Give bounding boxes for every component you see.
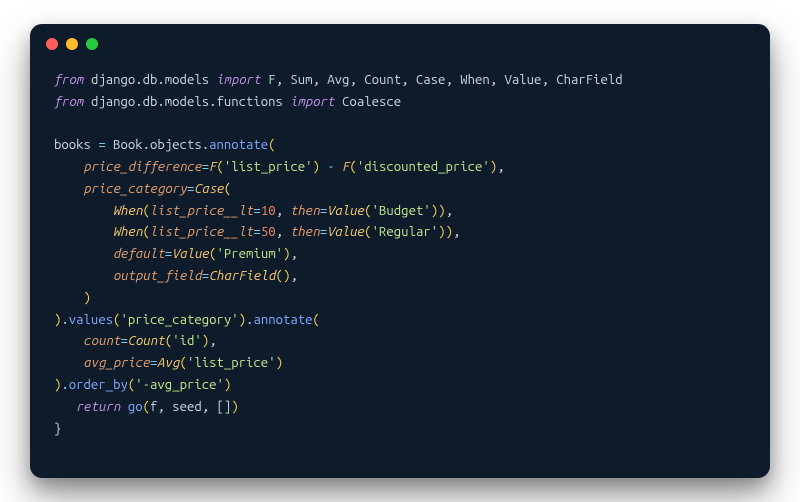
line-2: from django.db.models.functions import C…	[54, 95, 401, 109]
line-10: output_field=CharField(),	[54, 269, 298, 283]
line-16: return go(f, seed, [])	[54, 400, 239, 414]
line-4: books = Book.objects.annotate(	[54, 138, 276, 152]
line-7: When(list_price__lt=10, then=Value('Budg…	[54, 204, 453, 218]
minimize-icon[interactable]	[66, 38, 78, 50]
titlebar	[30, 24, 770, 64]
line-17: }	[54, 422, 61, 436]
line-15: ).order_by('-avg_price')	[54, 378, 231, 392]
line-9: default=Value('Premium'),	[54, 247, 298, 261]
line-13: count=Count('id'),	[54, 334, 217, 348]
line-11: )	[54, 291, 91, 305]
line-1: from django.db.models import F, Sum, Avg…	[54, 73, 623, 87]
line-14: avg_price=Avg('list_price')	[54, 356, 283, 370]
line-5: price_difference=F('list_price') - F('di…	[54, 160, 505, 174]
close-icon[interactable]	[46, 38, 58, 50]
zoom-icon[interactable]	[86, 38, 98, 50]
code-window: from django.db.models import F, Sum, Avg…	[30, 24, 770, 478]
line-12: ).values('price_category').annotate(	[54, 313, 320, 327]
line-6: price_category=Case(	[54, 182, 231, 196]
line-8: When(list_price__lt=50, then=Value('Regu…	[54, 225, 460, 239]
code-block: from django.db.models import F, Sum, Avg…	[30, 64, 770, 460]
